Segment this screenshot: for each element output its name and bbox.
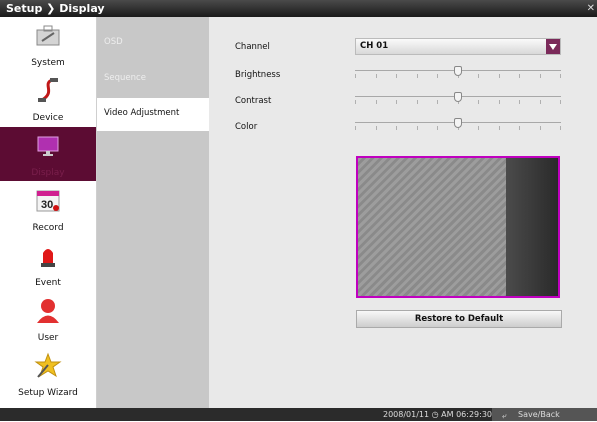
status-bar: 2008/01/11 ◷ AM 06:29:30 ⤶ Save/Back [0, 408, 597, 421]
camera-preview [356, 156, 560, 298]
submenu-label: Sequence [104, 73, 146, 83]
submenu-item-osd[interactable]: OSD [97, 27, 209, 60]
title-bar: Setup ❯ Display ✕ [0, 0, 597, 17]
chevron-down-icon[interactable] [546, 39, 560, 54]
video-adjustment-panel: Channel CH 01 Brightness Contrast Color … [209, 17, 597, 408]
preview-image [358, 158, 506, 296]
close-icon[interactable]: ✕ [587, 0, 595, 17]
nav-item-setup-wizard[interactable]: Setup Wizard [0, 347, 96, 401]
save-back-button[interactable]: ⤶ Save/Back [492, 408, 597, 421]
svg-text:30: 30 [41, 199, 53, 211]
nav-label: Record [32, 223, 64, 233]
color-slider[interactable] [355, 117, 561, 131]
save-back-label: Save/Back [518, 410, 560, 419]
nav-label: Setup Wizard [18, 388, 78, 398]
color-slider-thumb[interactable] [454, 118, 462, 128]
brightness-label: Brightness [235, 70, 281, 80]
datetime-display: 2008/01/11 ◷ AM 06:29:30 [383, 410, 493, 419]
nav-label: Display [31, 168, 65, 178]
submenu-item-video-adjustment[interactable]: Video Adjustment [97, 98, 209, 131]
nav-label: System [31, 58, 65, 68]
contrast-slider-thumb[interactable] [454, 92, 462, 102]
channel-label: Channel [235, 42, 270, 52]
submenu-label: OSD [104, 37, 123, 47]
nav-item-system[interactable]: System [0, 17, 96, 71]
alarm-siren-icon [41, 249, 55, 267]
main-nav: System Device Display 30 Record Event Us… [0, 17, 97, 408]
briefcase-icon [36, 25, 60, 46]
nav-item-device[interactable]: Device [0, 72, 96, 126]
display-submenu: OSD Sequence Video Adjustment [97, 17, 209, 408]
channel-value: CH 01 [360, 41, 389, 51]
nav-label: User [37, 333, 59, 343]
nav-label: Device [32, 113, 64, 123]
window-title: Setup ❯ Display [6, 2, 105, 15]
user-icon [37, 299, 59, 323]
channel-select[interactable]: CH 01 [355, 38, 561, 55]
return-arrow-icon: ⤶ [502, 411, 507, 420]
brightness-slider[interactable] [355, 65, 561, 79]
monitor-icon [37, 136, 59, 156]
submenu-item-sequence[interactable]: Sequence [97, 63, 209, 96]
contrast-label: Contrast [235, 96, 272, 106]
nav-item-record[interactable]: 30 Record [0, 182, 96, 236]
color-label: Color [235, 122, 258, 132]
submenu-label: Video Adjustment [104, 108, 180, 118]
calendar-icon: 30 [36, 190, 60, 212]
nav-label: Event [35, 278, 61, 288]
preview-shadow [506, 158, 558, 296]
restore-default-button[interactable]: Restore to Default [356, 310, 562, 328]
nav-item-user[interactable]: User [0, 292, 96, 346]
nav-item-display[interactable]: Display [0, 127, 96, 181]
contrast-slider[interactable] [355, 91, 561, 105]
nav-item-event[interactable]: Event [0, 237, 96, 291]
wand-icon [34, 352, 62, 378]
brightness-slider-thumb[interactable] [454, 66, 462, 76]
cable-icon [38, 78, 58, 102]
